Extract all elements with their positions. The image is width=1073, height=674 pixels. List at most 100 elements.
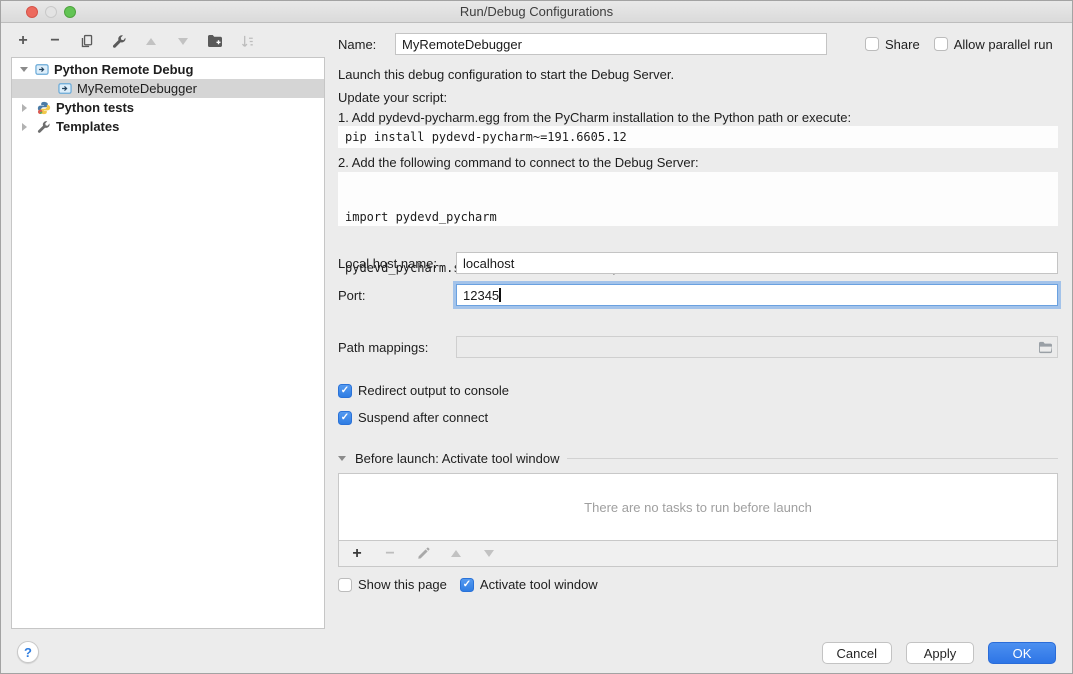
local-host-row: Local host name: <box>338 252 1058 274</box>
name-label: Name: <box>338 37 388 52</box>
python-tests-icon <box>37 101 51 115</box>
name-input[interactable] <box>395 33 827 55</box>
step2-text: 2. Add the following command to connect … <box>338 155 1058 171</box>
divider <box>567 458 1058 459</box>
update-script-text: Update your script: <box>338 90 1058 106</box>
ok-button[interactable]: OK <box>988 642 1056 664</box>
chevron-down-icon[interactable] <box>338 456 346 461</box>
down-arrow-icon <box>484 550 494 557</box>
configurations-toolbar: + − <box>15 31 255 51</box>
checkbox-unchecked-icon <box>865 37 879 51</box>
configurations-tree: Python Remote Debug MyRemoteDebugger Pyt… <box>11 57 325 629</box>
tree-item-label: Python Remote Debug <box>54 62 193 77</box>
settrace-code-block: import pydevd_pycharm pydevd_pycharm.set… <box>338 172 1058 226</box>
before-launch-header[interactable]: Before launch: Activate tool window <box>338 451 1058 466</box>
page-options-row: Show this page ✓ Activate tool window <box>338 577 1058 592</box>
cancel-button[interactable]: Cancel <box>822 642 892 664</box>
remote-debug-config-icon <box>35 63 49 76</box>
remove-task-button[interactable]: − <box>382 546 398 562</box>
checkbox-unchecked-icon <box>934 37 948 51</box>
suspend-after-connect-checkbox[interactable]: ✓ Suspend after connect <box>338 410 1058 425</box>
add-configuration-button[interactable]: + <box>15 33 31 49</box>
sort-configurations-button[interactable] <box>239 33 255 49</box>
plus-icon: + <box>18 34 27 48</box>
allow-parallel-run-checkbox[interactable]: Allow parallel run <box>934 37 1053 52</box>
activate-tool-window-checkbox[interactable]: ✓ Activate tool window <box>460 577 598 592</box>
remote-debug-config-icon <box>58 82 72 95</box>
move-task-down-button[interactable] <box>481 546 497 562</box>
move-task-up-button[interactable] <box>448 546 464 562</box>
text-caret <box>499 288 501 302</box>
tree-item-python-tests[interactable]: Python tests <box>12 98 324 117</box>
name-row: Name: Share Allow parallel run <box>338 33 1058 55</box>
show-this-page-label: Show this page <box>358 577 447 592</box>
local-host-input[interactable] <box>456 252 1058 274</box>
remove-configuration-button[interactable]: − <box>47 33 63 49</box>
edit-task-button[interactable] <box>415 546 431 562</box>
redirect-output-checkbox[interactable]: ✓ Redirect output to console <box>338 383 1058 398</box>
redirect-output-label: Redirect output to console <box>358 383 509 398</box>
chevron-right-icon[interactable] <box>22 123 27 131</box>
add-task-button[interactable]: + <box>349 546 365 562</box>
share-label: Share <box>885 37 920 52</box>
close-button[interactable] <box>26 6 38 18</box>
before-launch-title: Before launch: Activate tool window <box>355 451 560 466</box>
dialog-buttons: Cancel Apply OK <box>822 642 1056 664</box>
checkbox-checked-icon: ✓ <box>338 411 352 425</box>
empty-tasks-text: There are no tasks to run before launch <box>584 500 812 515</box>
tree-item-python-remote-debug[interactable]: Python Remote Debug <box>12 60 324 79</box>
tree-item-label: MyRemoteDebugger <box>77 81 197 96</box>
create-folder-button[interactable] <box>207 33 223 49</box>
tree-item-myremotedebugger[interactable]: MyRemoteDebugger <box>12 79 324 98</box>
path-mappings-label: Path mappings: <box>338 340 456 355</box>
port-input[interactable] <box>456 284 1058 306</box>
minus-icon: − <box>50 34 59 48</box>
wrench-icon <box>112 34 127 49</box>
checkbox-checked-icon: ✓ <box>338 384 352 398</box>
question-mark-icon: ? <box>24 645 32 660</box>
zoom-button[interactable] <box>64 6 76 18</box>
titlebar: Run/Debug Configurations <box>1 1 1072 23</box>
tree-item-label: Templates <box>56 119 119 134</box>
port-row: Port: <box>338 284 1058 306</box>
path-mappings-input[interactable] <box>456 336 1058 358</box>
pip-install-code: pip install pydevd-pycharm~=191.6605.12 <box>338 126 1058 148</box>
move-up-button[interactable] <box>143 33 159 49</box>
code-import-line: import pydevd_pycharm <box>345 209 1051 226</box>
edit-templates-button[interactable] <box>111 33 127 49</box>
tree-item-templates[interactable]: Templates <box>12 117 324 136</box>
copy-icon <box>80 34 94 48</box>
activate-tool-window-label: Activate tool window <box>480 577 598 592</box>
run-debug-configurations-dialog: Run/Debug Configurations + − Python Remo… <box>0 0 1073 674</box>
checkbox-unchecked-icon <box>338 578 352 592</box>
wrench-icon <box>37 120 51 134</box>
path-mappings-row: Path mappings: <box>338 336 1058 358</box>
sort-az-icon <box>240 34 255 49</box>
tree-item-label: Python tests <box>56 100 134 115</box>
step1-text: 1. Add pydevd-pycharm.egg from the PyCha… <box>338 110 1058 126</box>
window-title: Run/Debug Configurations <box>460 4 613 19</box>
port-label: Port: <box>338 288 456 303</box>
local-host-label: Local host name: <box>338 256 456 271</box>
show-this-page-checkbox[interactable]: Show this page <box>338 577 447 592</box>
apply-button[interactable]: Apply <box>906 642 974 664</box>
minimize-button-disabled <box>45 6 57 18</box>
share-checkbox[interactable]: Share <box>865 37 920 52</box>
chevron-down-icon[interactable] <box>20 67 28 72</box>
folder-plus-icon <box>207 34 223 48</box>
copy-configuration-button[interactable] <box>79 33 95 49</box>
checkbox-checked-icon: ✓ <box>460 578 474 592</box>
up-arrow-icon <box>146 38 156 45</box>
move-down-button[interactable] <box>175 33 191 49</box>
description-text: Launch this debug configuration to start… <box>338 67 1058 83</box>
minus-icon: − <box>385 547 394 561</box>
plus-icon: + <box>352 547 361 561</box>
folder-icon[interactable] <box>1038 341 1053 354</box>
chevron-right-icon[interactable] <box>22 104 27 112</box>
help-button[interactable]: ? <box>17 641 39 663</box>
before-launch-toolbar: + − <box>338 541 1058 567</box>
suspend-after-connect-label: Suspend after connect <box>358 410 488 425</box>
before-launch-tasks-list[interactable]: There are no tasks to run before launch <box>338 473 1058 541</box>
up-arrow-icon <box>451 550 461 557</box>
allow-parallel-run-label: Allow parallel run <box>954 37 1053 52</box>
